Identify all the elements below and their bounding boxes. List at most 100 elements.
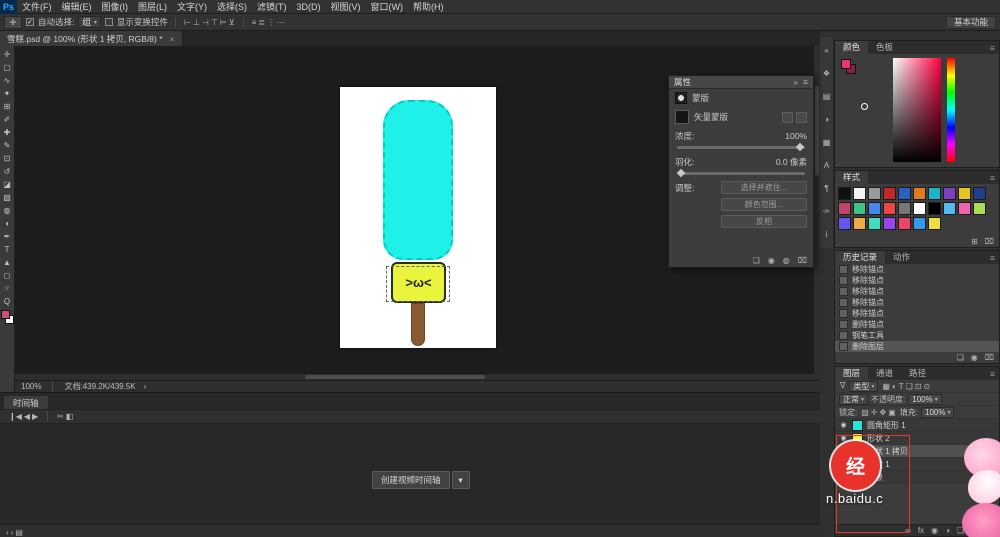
foreground-color-swatch[interactable]: [1, 310, 10, 319]
history-state[interactable]: 移除锚点: [835, 297, 999, 308]
style-swatch-2[interactable]: [868, 187, 881, 200]
quick-selection-tool[interactable]: ✦: [1, 87, 14, 99]
style-swatch-14[interactable]: [898, 202, 911, 215]
add-vector-mask-button[interactable]: [796, 112, 807, 123]
mask-edge-icon[interactable]: ❏: [752, 257, 761, 265]
layer-row[interactable]: ◉圆角矩形 1: [835, 419, 999, 432]
collapse-panel-icon[interactable]: »: [793, 77, 798, 87]
history-brush-tool[interactable]: ↺: [1, 165, 14, 177]
zoom-level[interactable]: 100%: [21, 382, 41, 391]
panel-menu-icon[interactable]: ≡: [803, 77, 808, 87]
style-swatch-7[interactable]: [943, 187, 956, 200]
show-transform-checkbox[interactable]: [105, 18, 113, 26]
auto-select-dropdown[interactable]: 组 ▾: [78, 16, 101, 28]
delete-style-icon[interactable]: ⌧: [984, 238, 995, 246]
brush-tool[interactable]: ✎: [1, 139, 14, 151]
style-swatch-23[interactable]: [883, 217, 896, 230]
panel-menu-icon[interactable]: ≡: [986, 253, 999, 263]
filter-toggle-icon[interactable]: ⊙: [923, 382, 932, 391]
filter-type-layers-icon[interactable]: T: [898, 382, 905, 391]
tab-actions[interactable]: 动作: [885, 251, 918, 264]
hue-slider[interactable]: [947, 58, 955, 162]
eyedropper-tool[interactable]: ✐: [1, 113, 14, 125]
move-tool[interactable]: ✛: [1, 48, 14, 60]
history-state[interactable]: 移除锚点: [835, 264, 999, 275]
dodge-tool[interactable]: ◖: [1, 217, 14, 229]
create-video-timeline-button[interactable]: 创建视频时间轴: [372, 471, 450, 489]
history-state[interactable]: 移除锚点: [835, 275, 999, 286]
style-swatch-15[interactable]: [913, 202, 926, 215]
distribute-horizontal-icon[interactable]: ≣: [257, 18, 266, 27]
blend-mode-dropdown[interactable]: 正常 ▾: [839, 394, 868, 405]
character-panel-icon[interactable]: A: [820, 161, 834, 170]
marquee-tool[interactable]: ▢: [1, 61, 14, 73]
libraries-panel-icon[interactable]: ▦: [820, 138, 834, 147]
align-left-icon[interactable]: ⊢: [183, 18, 192, 27]
gradient-tool[interactable]: ▧: [1, 191, 14, 203]
workspace-switcher-button[interactable]: 基本功能: [946, 16, 996, 29]
blur-tool[interactable]: ◍: [1, 204, 14, 216]
align-right-icon[interactable]: ⊣: [201, 18, 210, 27]
style-swatch-11[interactable]: [853, 202, 866, 215]
style-swatch-8[interactable]: [958, 187, 971, 200]
style-swatch-0[interactable]: [838, 187, 851, 200]
menu-item-9[interactable]: 窗口(W): [366, 2, 409, 12]
invert-button[interactable]: 反相: [721, 215, 807, 228]
style-swatch-6[interactable]: [928, 187, 941, 200]
lock-position-icon[interactable]: ✥: [879, 408, 888, 417]
current-tool-chip[interactable]: ✛: [4, 16, 22, 29]
go-to-start-icon[interactable]: ❙◀: [8, 412, 23, 421]
timeline-mode-dropdown[interactable]: ▾: [452, 471, 470, 489]
type-tool[interactable]: T: [1, 243, 14, 255]
timeline-zoom-out-icon[interactable]: ‹: [5, 528, 10, 537]
style-swatch-26[interactable]: [928, 217, 941, 230]
history-state[interactable]: 删除锚点: [835, 319, 999, 330]
swatches-panel-icon[interactable]: ▤: [820, 92, 834, 101]
style-swatch-19[interactable]: [973, 202, 986, 215]
split-clip-icon[interactable]: ✂: [56, 412, 65, 421]
play-icon[interactable]: ▶: [31, 412, 39, 421]
lasso-tool[interactable]: ∿: [1, 74, 14, 86]
menu-item-0[interactable]: 文件(F): [17, 2, 57, 12]
shape-tool[interactable]: ◻: [1, 269, 14, 281]
style-swatch-1[interactable]: [853, 187, 866, 200]
paragraph-panel-icon[interactable]: ¶: [820, 184, 834, 193]
style-swatch-16[interactable]: [928, 202, 941, 215]
menu-item-10[interactable]: 帮助(H): [408, 2, 449, 12]
layer-filter-kind-dropdown[interactable]: 类型 ▾: [849, 381, 878, 392]
panel-menu-icon[interactable]: ≡: [986, 173, 999, 183]
clone-stamp-tool[interactable]: ⊡: [1, 152, 14, 164]
menu-item-4[interactable]: 文字(Y): [172, 2, 212, 12]
style-swatch-5[interactable]: [913, 187, 926, 200]
distribute-spacing-icon[interactable]: ⋯: [276, 18, 286, 27]
add-pixel-mask-button[interactable]: [782, 112, 793, 123]
crop-tool[interactable]: ⊞: [1, 100, 14, 112]
menu-item-3[interactable]: 图层(L): [133, 2, 172, 12]
style-swatch-12[interactable]: [868, 202, 881, 215]
add-layer-mask-icon[interactable]: ◉: [930, 527, 939, 535]
document-tab[interactable]: 雪糕.psd @ 100% (形状 1 拷贝, RGB/8) * ×: [0, 31, 183, 46]
adjustments-panel-icon[interactable]: ◑: [820, 115, 834, 124]
foreground-background-swatches[interactable]: [1, 310, 14, 324]
tab-styles[interactable]: 样式: [835, 171, 868, 184]
lock-transparency-icon[interactable]: ▨: [860, 408, 870, 417]
style-swatch-21[interactable]: [853, 217, 866, 230]
new-doc-from-state-icon[interactable]: ❏: [956, 354, 965, 362]
color-panel-icon[interactable]: ❖: [820, 69, 834, 78]
eraser-tool[interactable]: ◪: [1, 178, 14, 190]
history-state[interactable]: 移除锚点: [835, 286, 999, 297]
distribute-centers-icon[interactable]: ⋮: [266, 18, 276, 27]
align-top-icon[interactable]: ⊤: [210, 18, 219, 27]
layer-visibility-icon[interactable]: ◉: [839, 434, 848, 442]
apply-mask-icon[interactable]: ◉: [767, 257, 776, 265]
vector-mask-thumbnail[interactable]: [675, 110, 689, 124]
style-swatch-18[interactable]: [958, 202, 971, 215]
style-swatch-20[interactable]: [838, 217, 851, 230]
filter-shape-layers-icon[interactable]: ❏: [905, 382, 914, 391]
lock-all-icon[interactable]: ▣: [887, 408, 897, 417]
hand-tool[interactable]: ☞: [1, 282, 14, 294]
menu-item-2[interactable]: 图像(I): [97, 2, 134, 12]
align-center-h-icon[interactable]: ⊥: [192, 18, 201, 27]
style-swatch-10[interactable]: [838, 202, 851, 215]
color-range-button[interactable]: 颜色范围...: [721, 198, 807, 211]
